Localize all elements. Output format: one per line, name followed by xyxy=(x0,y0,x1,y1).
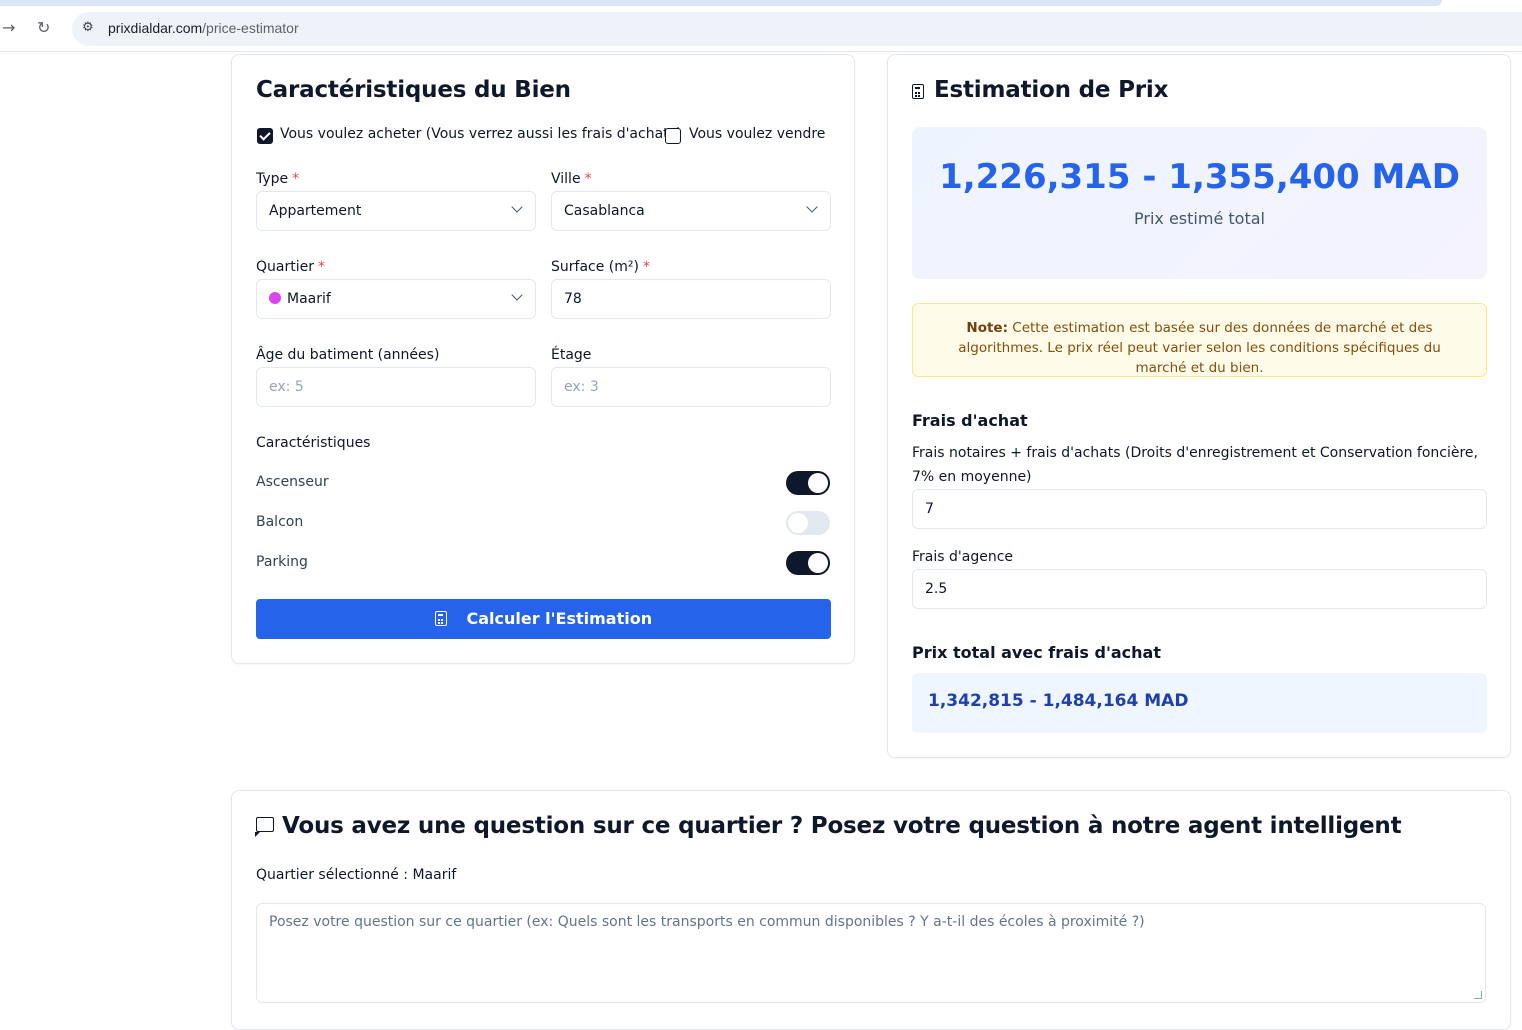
forward-arrow-icon[interactable]: → xyxy=(2,18,15,38)
estimate-result-box: 1,226,315 - 1,355,400 MAD Prix estimé to… xyxy=(912,127,1487,279)
calculate-button-label: Calculer l'Estimation xyxy=(466,609,653,628)
floor-label: Étage xyxy=(551,347,592,363)
address-bar[interactable]: ⚙ prixdialdar.com/price-estimator xyxy=(72,12,1522,46)
balcony-toggle[interactable] xyxy=(786,511,830,535)
district-select-value: Maarif xyxy=(287,291,331,307)
message-square-icon xyxy=(255,817,274,837)
district-label: Quartier * xyxy=(256,259,325,275)
estimate-card: Estimation de Prix 1,226,315 - 1,355,400… xyxy=(887,54,1511,758)
estimated-price-caption: Prix estimé total xyxy=(1134,209,1265,228)
url-path: /price-estimator xyxy=(202,20,299,36)
resize-handle-icon[interactable] xyxy=(1474,991,1482,999)
feature-label-elevator: Ascenseur xyxy=(256,474,329,490)
city-select[interactable]: Casablanca xyxy=(551,191,831,231)
agency-fees-label: Frais d'agence xyxy=(912,549,1014,565)
calculator-icon xyxy=(912,84,924,99)
toggle-knob xyxy=(788,513,808,533)
estimated-price-range: 1,226,315 - 1,355,400 MAD xyxy=(939,157,1460,197)
feature-label-balcony: Balcon xyxy=(256,514,304,530)
sell-checkbox[interactable] xyxy=(665,128,681,144)
city-label: Ville * xyxy=(551,171,592,187)
parking-toggle[interactable] xyxy=(786,551,830,575)
estimate-note: Note: Cette estimation est basée sur des… xyxy=(912,303,1487,377)
selected-district-text: Quartier sélectionné : Maarif xyxy=(256,867,457,883)
type-select[interactable]: Appartement xyxy=(256,191,536,231)
type-label: Type * xyxy=(256,171,300,187)
browser-toolbar: → ↻ ⚙ prixdialdar.com/price-estimator xyxy=(0,6,1522,52)
question-placeholder: Posez votre question sur ce quartier (ex… xyxy=(269,914,1145,930)
question-card: Vous avez une question sur ce quartier ?… xyxy=(231,790,1511,1030)
site-settings-icon[interactable]: ⚙ xyxy=(82,20,94,35)
total-price-heading: Prix total avec frais d'achat xyxy=(912,643,1161,662)
buy-checkbox-label[interactable]: Vous voulez acheter (Vous verrez aussi l… xyxy=(280,126,681,142)
features-heading: Caractéristiques xyxy=(256,435,371,451)
toggle-knob xyxy=(808,473,828,493)
estimate-card-title: Estimation de Prix xyxy=(912,77,1168,103)
calculator-icon xyxy=(434,611,447,626)
chevron-down-icon xyxy=(511,201,523,213)
district-color-dot xyxy=(269,292,281,304)
question-card-title: Vous avez une question sur ce quartier ?… xyxy=(255,813,1402,839)
floor-input[interactable]: ex: 3 xyxy=(551,367,831,407)
buy-checkbox[interactable] xyxy=(257,128,273,144)
chevron-down-icon xyxy=(511,289,523,301)
calculate-button[interactable]: Calculer l'Estimation xyxy=(256,599,831,639)
elevator-toggle[interactable] xyxy=(786,471,830,495)
building-age-label: Âge du batiment (années) xyxy=(256,347,440,363)
city-select-value: Casablanca xyxy=(564,203,645,219)
note-text: Cette estimation est basée sur des donné… xyxy=(958,320,1441,376)
surface-input[interactable]: 78 xyxy=(551,279,831,319)
chevron-down-icon xyxy=(806,201,818,213)
total-price-box: 1,342,815 - 1,484,164 MAD xyxy=(912,673,1487,733)
property-card: Caractéristiques du Bien Vous voulez ach… xyxy=(231,54,855,664)
reload-icon[interactable]: ↻ xyxy=(37,18,50,38)
type-select-value: Appartement xyxy=(269,203,362,219)
district-select[interactable]: Maarif xyxy=(256,279,536,319)
feature-label-parking: Parking xyxy=(256,554,308,570)
url-text[interactable]: prixdialdar.com/price-estimator xyxy=(108,20,299,36)
notary-fees-description: Frais notaires + frais d'achats (Droits … xyxy=(912,445,1478,485)
note-label: Note: xyxy=(966,320,1008,336)
toggle-knob xyxy=(808,553,828,573)
purchase-fees-heading: Frais d'achat xyxy=(912,411,1028,430)
total-price-range: 1,342,815 - 1,484,164 MAD xyxy=(928,691,1189,711)
surface-label: Surface (m²) * xyxy=(551,259,650,275)
building-age-input[interactable]: ex: 5 xyxy=(256,367,536,407)
question-textarea[interactable]: Posez votre question sur ce quartier (ex… xyxy=(256,903,1486,1003)
url-host: prixdialdar.com xyxy=(108,20,203,36)
notary-fees-input[interactable]: 7 xyxy=(912,489,1487,529)
sell-checkbox-label[interactable]: Vous voulez vendre xyxy=(689,126,825,142)
agency-fees-input[interactable]: 2.5 xyxy=(912,569,1487,609)
property-card-title: Caractéristiques du Bien xyxy=(256,77,571,103)
